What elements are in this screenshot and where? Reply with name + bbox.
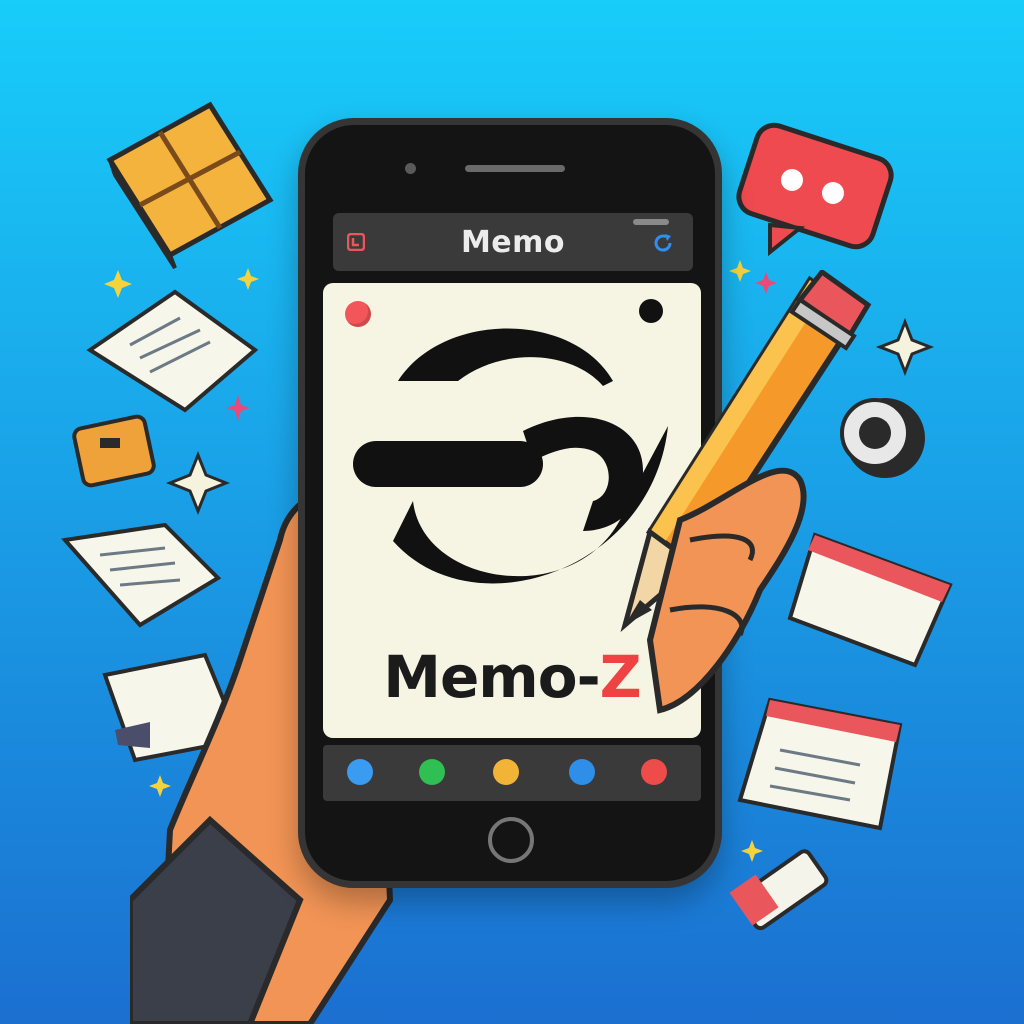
home-button[interactable] [488, 817, 534, 863]
folder-icon[interactable] [493, 759, 519, 785]
paper-note-icon [86, 289, 259, 413]
right-hand [646, 467, 807, 714]
app-name-accent: Z [599, 643, 642, 711]
package-icon [106, 101, 274, 270]
tag-icon [72, 414, 156, 488]
app-bar-accent [633, 219, 669, 225]
app-bar: Memo [333, 213, 693, 271]
eraser-icon [729, 849, 829, 931]
illustration-scene: Memo Memo-Z [0, 0, 1024, 1024]
bird-icon[interactable] [569, 759, 595, 785]
bottom-nav-bar [323, 745, 701, 801]
chat-bubble-icon [736, 122, 894, 257]
pin-icon[interactable] [641, 759, 667, 785]
front-camera [405, 163, 416, 174]
location-icon[interactable] [347, 759, 373, 785]
refresh-icon[interactable] [419, 759, 445, 785]
app-bar-title: Memo [460, 224, 566, 260]
app-name-main: Memo- [383, 643, 600, 711]
refresh-icon[interactable] [651, 231, 675, 255]
menu-icon[interactable] [347, 233, 365, 251]
speaker-grille [465, 165, 565, 172]
